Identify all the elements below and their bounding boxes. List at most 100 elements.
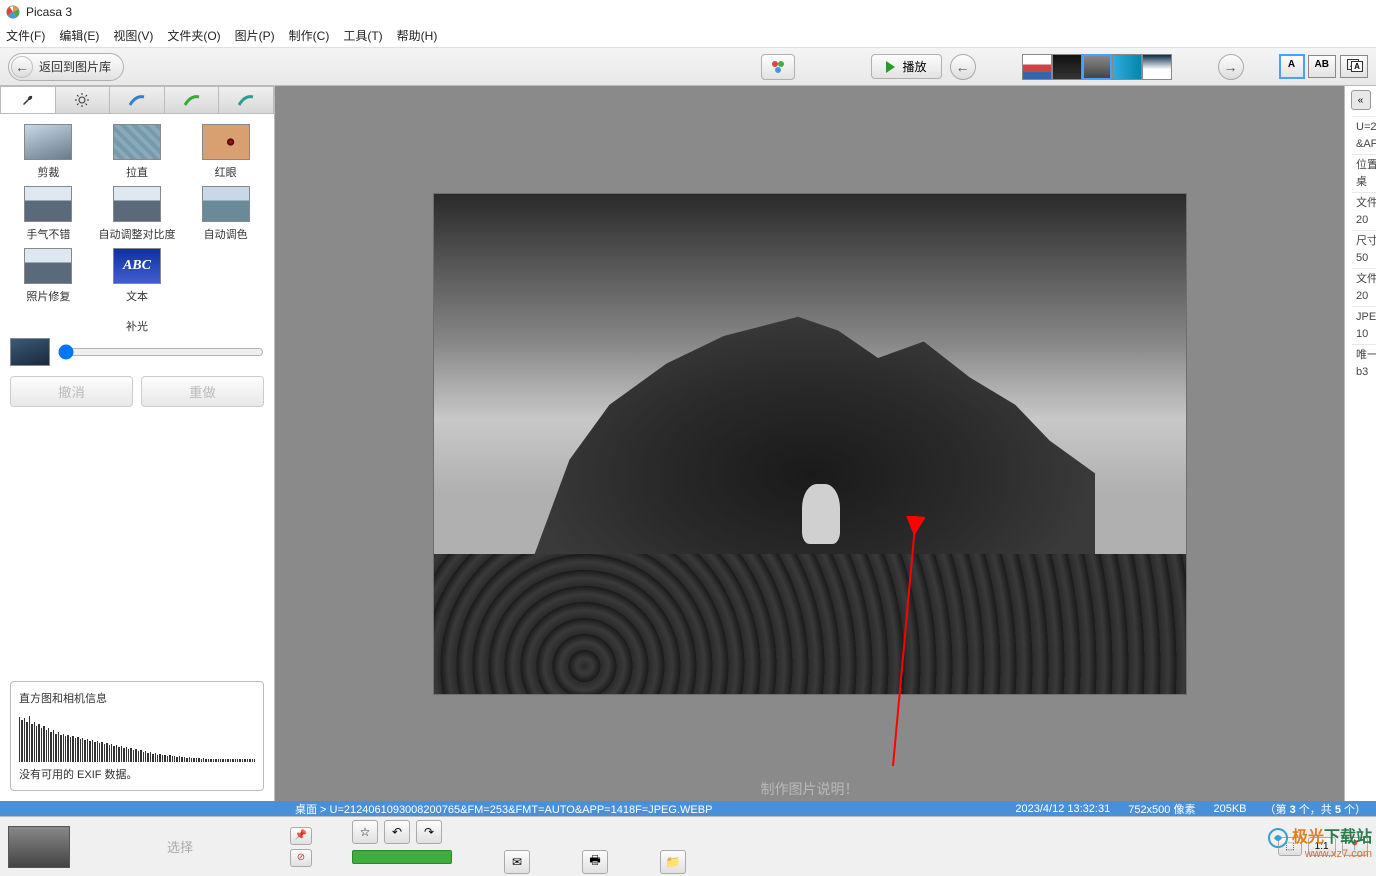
- tab-tuning[interactable]: [56, 86, 111, 114]
- menu-file[interactable]: 文件(F): [6, 27, 45, 44]
- main-area: 剪裁 拉直 红眼 手气不错 自动调整对比度 自动调色 照片修复 ABC 文本 补光…: [0, 86, 1376, 801]
- lucky-label: 手气不错: [26, 226, 70, 242]
- pin-buttons: 📌 ⊘: [290, 827, 312, 867]
- redeye-thumb: [202, 124, 250, 160]
- thumb-1[interactable]: [1022, 54, 1052, 80]
- tab-effects-2[interactable]: [165, 86, 220, 114]
- tool-text[interactable]: ABC 文本: [95, 248, 180, 304]
- view-sidebyside-button[interactable]: AB: [1308, 55, 1336, 78]
- play-label: 播放: [903, 58, 927, 75]
- straighten-label: 拉直: [126, 164, 148, 180]
- redo-button[interactable]: 重做: [141, 376, 264, 407]
- tray-select-label: 选择: [80, 837, 280, 856]
- lucky-thumb: [24, 186, 72, 222]
- menu-picture[interactable]: 图片(P): [235, 27, 275, 44]
- tool-straighten[interactable]: 拉直: [95, 124, 180, 180]
- thumb-2[interactable]: [1052, 54, 1082, 80]
- menu-edit[interactable]: 编辑(E): [59, 27, 99, 44]
- play-slideshow-button[interactable]: 播放: [871, 54, 942, 79]
- photo-ground: [434, 554, 1186, 694]
- histogram-title: 直方图和相机信息: [19, 690, 255, 706]
- fit-button[interactable]: ⬚: [1278, 837, 1301, 856]
- caption-input[interactable]: 制作图片说明！: [761, 779, 859, 799]
- view-mode-buttons: A AB: [1280, 55, 1368, 78]
- tray-share: ✉ 🖶 📁: [352, 850, 686, 874]
- edit-tabs: [0, 86, 274, 114]
- overlay-icon: [1347, 59, 1361, 71]
- menu-help[interactable]: 帮助(H): [397, 27, 438, 44]
- thumb-5[interactable]: [1142, 54, 1172, 80]
- fill-preview-thumb: [10, 338, 50, 366]
- text-thumb: ABC: [113, 248, 161, 284]
- view-overlay-button[interactable]: [1340, 55, 1368, 78]
- fill-light-slider[interactable]: [58, 344, 264, 360]
- tool-crop[interactable]: 剪裁: [6, 124, 91, 180]
- color-picker-button[interactable]: [761, 54, 795, 80]
- thumbnail-strip: [1022, 54, 1172, 80]
- pin-clear-button[interactable]: ⊘: [290, 849, 312, 867]
- straighten-thumb: [113, 124, 161, 160]
- star-button[interactable]: ☆: [352, 820, 378, 844]
- toolbar: ← 返回到图片库 播放 ← → A AB: [0, 48, 1376, 86]
- tab-effects-3[interactable]: [219, 86, 274, 114]
- status-dimensions: 752x500 像素: [1128, 801, 1195, 817]
- menu-folder[interactable]: 文件夹(O): [167, 27, 220, 44]
- prop-filesize: 文件20: [1352, 268, 1376, 306]
- prev-image-button[interactable]: ←: [950, 54, 976, 80]
- actual-size-button[interactable]: 1:1: [1308, 837, 1336, 856]
- fill-light-label: 补光: [0, 318, 274, 334]
- crop-thumb: [24, 124, 72, 160]
- fill-light-row: [0, 334, 274, 370]
- thumb-3[interactable]: [1082, 54, 1112, 80]
- properties-list: U=2&AF 位置桌 文件20 尺寸50 文件20 JPE10 唯一b3: [1352, 116, 1376, 382]
- brush-green-icon: [183, 93, 201, 107]
- tray-thumb-1[interactable]: [8, 826, 70, 868]
- tab-basic[interactable]: [0, 86, 56, 114]
- geotag-button[interactable]: 📍: [1342, 837, 1368, 856]
- status-count: （第 3 个，共 5 个）: [1265, 801, 1367, 817]
- print-button[interactable]: 🖶: [582, 850, 608, 874]
- histogram-panel: 直方图和相机信息 没有可用的 EXIF 数据。: [10, 681, 264, 791]
- displayed-photo[interactable]: [434, 194, 1186, 694]
- photo-arch: [802, 484, 840, 544]
- prop-unique: 唯一b3: [1352, 344, 1376, 382]
- histogram-chart: [19, 712, 255, 762]
- basic-tools-grid: 剪裁 拉直 红眼 手气不错 自动调整对比度 自动调色 照片修复 ABC 文本: [0, 114, 274, 314]
- rotate-left-button[interactable]: ↶: [384, 820, 410, 844]
- menu-tools[interactable]: 工具(T): [343, 27, 382, 44]
- app-logo-icon: [6, 5, 20, 19]
- email-button[interactable]: ✉: [504, 850, 530, 874]
- thumb-4[interactable]: [1112, 54, 1142, 80]
- rotate-right-button[interactable]: ↷: [416, 820, 442, 844]
- export-button[interactable]: 📁: [660, 850, 686, 874]
- view-single-button[interactable]: A: [1280, 55, 1304, 78]
- brush-blue-icon: [128, 93, 146, 107]
- menu-create[interactable]: 制作(C): [289, 27, 330, 44]
- tab-effects-1[interactable]: [110, 86, 165, 114]
- brush-teal-icon: [237, 93, 255, 107]
- autocolor-thumb: [202, 186, 250, 222]
- title-bar: Picasa 3: [0, 0, 1376, 24]
- menu-bar: 文件(F) 编辑(E) 视图(V) 文件夹(O) 图片(P) 制作(C) 工具(…: [0, 24, 1376, 48]
- tool-redeye[interactable]: 红眼: [183, 124, 268, 180]
- menu-view[interactable]: 视图(V): [113, 27, 153, 44]
- tray-actions: ☆ ↶ ↷: [352, 820, 686, 844]
- palette-icon: [770, 59, 786, 75]
- pin-hold-button[interactable]: 📌: [290, 827, 312, 845]
- next-image-button[interactable]: →: [1218, 54, 1244, 80]
- collapse-properties-button[interactable]: «: [1351, 90, 1371, 110]
- back-label: 返回到图片库: [39, 58, 111, 75]
- text-label: 文本: [126, 288, 148, 304]
- tool-lucky[interactable]: 手气不错: [6, 186, 91, 242]
- autocolor-label: 自动调色: [204, 226, 248, 242]
- undo-button[interactable]: 撤消: [10, 376, 133, 407]
- tool-contrast[interactable]: 自动调整对比度: [95, 186, 180, 242]
- share-button[interactable]: [352, 850, 452, 864]
- app-title: Picasa 3: [26, 5, 72, 19]
- properties-panel: « U=2&AF 位置桌 文件20 尺寸50 文件20 JPE10 唯一b3: [1344, 86, 1376, 801]
- contrast-label: 自动调整对比度: [98, 226, 175, 242]
- tool-retouch[interactable]: 照片修复: [6, 248, 91, 304]
- tool-autocolor[interactable]: 自动调色: [183, 186, 268, 242]
- status-datetime: 2023/4/12 13:32:31: [1015, 803, 1110, 815]
- back-to-library-button[interactable]: ← 返回到图片库: [8, 53, 124, 81]
